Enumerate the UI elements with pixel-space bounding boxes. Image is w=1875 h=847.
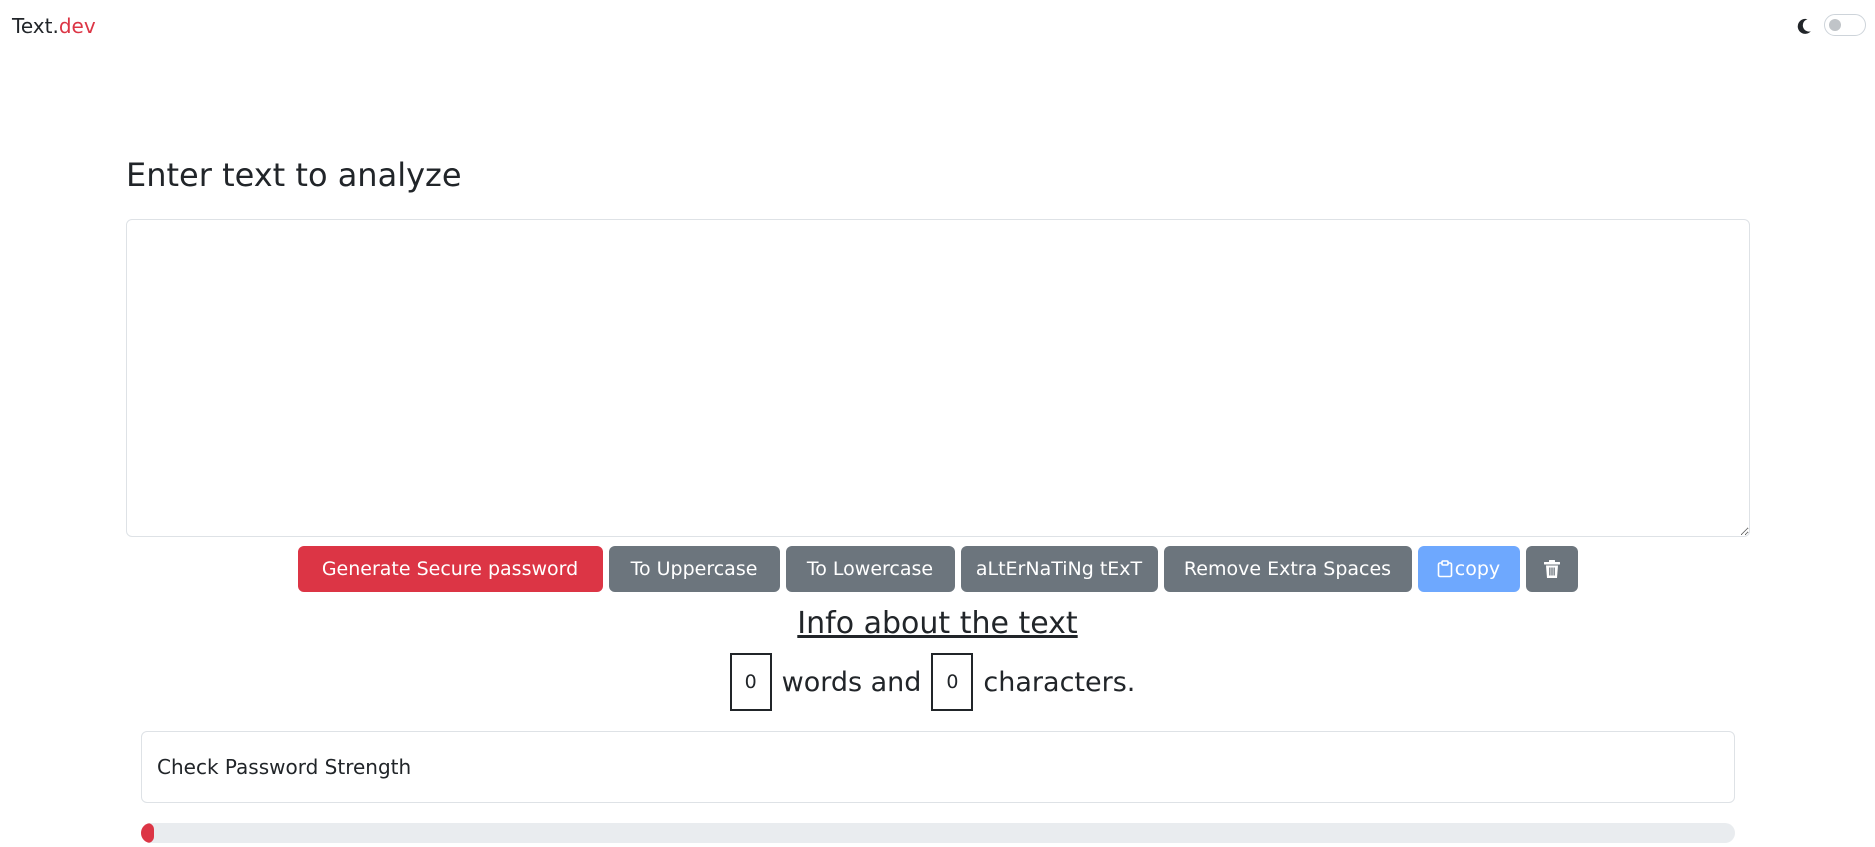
- characters-label: characters.: [983, 666, 1136, 698]
- brand-logo[interactable]: Text.dev: [12, 12, 96, 40]
- remove-extra-spaces-button[interactable]: Remove Extra Spaces: [1163, 546, 1412, 592]
- page-title: Enter text to analyze: [126, 156, 462, 194]
- word-count: 0: [729, 653, 772, 711]
- brand-main: Text.: [12, 14, 59, 38]
- character-count: 0: [931, 653, 974, 711]
- password-strength-meter: [141, 823, 1735, 843]
- generate-password-button[interactable]: Generate Secure password: [297, 546, 603, 592]
- dark-mode-toggle[interactable]: [1824, 14, 1866, 36]
- copy-button[interactable]: copy: [1417, 546, 1520, 592]
- lowercase-button[interactable]: To Lowercase: [785, 546, 955, 592]
- info-title: Info about the text: [797, 606, 1078, 641]
- password-strength-fill: [141, 823, 154, 843]
- copy-label: copy: [1454, 558, 1501, 580]
- trash-icon: [1543, 560, 1560, 578]
- action-buttons: Generate Secure password To Uppercase To…: [0, 546, 1875, 592]
- alternating-text-button[interactable]: aLtErNaTiNg tExT: [960, 546, 1158, 592]
- moon-icon: [1797, 18, 1811, 34]
- words-label: words and: [781, 666, 922, 698]
- text-input[interactable]: [126, 219, 1750, 537]
- clear-text-button[interactable]: [1525, 546, 1578, 592]
- text-stats: 0 words and 0 characters.: [0, 653, 1875, 711]
- clipboard-icon: [1437, 560, 1453, 578]
- brand-accent: dev: [58, 14, 96, 38]
- password-strength-input[interactable]: [141, 731, 1735, 803]
- navbar: Text.dev: [0, 0, 1875, 52]
- toggle-knob: [1829, 19, 1841, 31]
- uppercase-button[interactable]: To Uppercase: [608, 546, 780, 592]
